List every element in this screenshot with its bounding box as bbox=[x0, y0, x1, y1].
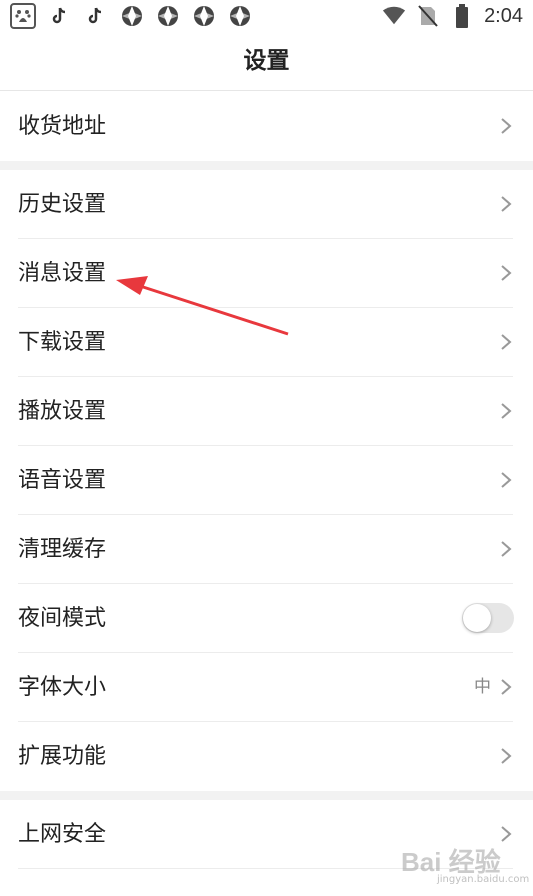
font-size-value: 中 bbox=[474, 677, 491, 697]
settings-item-label: 下载设置 bbox=[18, 330, 107, 355]
chevron-right-icon bbox=[501, 679, 512, 695]
chevron-right-icon bbox=[501, 118, 512, 134]
status-bar: 2:04 bbox=[0, 0, 533, 32]
settings-item-label: 收货地址 bbox=[18, 114, 107, 139]
settings-item-voice[interactable]: 语音设置 bbox=[0, 446, 533, 515]
settings-item-history[interactable]: 历史设置 bbox=[0, 170, 533, 239]
aperture-icon bbox=[156, 4, 180, 28]
settings-item-messages[interactable]: 消息设置 bbox=[0, 239, 533, 308]
settings-group-main: 历史设置 消息设置 下载设置 播放设置 语音设置 清理缓存 夜间模式 字体大小 … bbox=[0, 170, 533, 791]
chevron-right-icon bbox=[501, 265, 512, 281]
clock: 2:04 bbox=[484, 4, 523, 27]
section-separator bbox=[0, 161, 533, 170]
wifi-icon bbox=[382, 4, 406, 28]
settings-item-download[interactable]: 下载设置 bbox=[0, 308, 533, 377]
chevron-right-icon bbox=[501, 403, 512, 419]
chevron-right-icon bbox=[501, 196, 512, 212]
section-separator bbox=[0, 791, 533, 800]
settings-item-label: 清理缓存 bbox=[18, 537, 107, 562]
tiktok-icon bbox=[48, 4, 72, 28]
aperture-icon bbox=[228, 4, 252, 28]
settings-group-address: 收货地址 bbox=[0, 92, 533, 161]
settings-item-label: 上网安全 bbox=[18, 822, 107, 847]
settings-item-night-mode: 夜间模式 bbox=[0, 584, 533, 653]
settings-item-clear-cache[interactable]: 清理缓存 bbox=[0, 515, 533, 584]
settings-item-label: 消息设置 bbox=[18, 261, 107, 286]
watermark: Bai 经验 jingyan.baidu.com bbox=[401, 838, 529, 888]
settings-item-address[interactable]: 收货地址 bbox=[0, 92, 533, 161]
chevron-right-icon bbox=[501, 472, 512, 488]
toggle-knob bbox=[463, 604, 491, 632]
battery-icon bbox=[450, 4, 474, 28]
no-sim-icon bbox=[416, 4, 440, 28]
page-title: 设置 bbox=[243, 48, 290, 74]
night-mode-toggle[interactable] bbox=[462, 603, 514, 633]
settings-item-extensions[interactable]: 扩展功能 bbox=[0, 722, 533, 791]
chevron-right-icon bbox=[501, 541, 512, 557]
settings-item-font-size[interactable]: 字体大小 中 bbox=[0, 653, 533, 722]
settings-item-label: 播放设置 bbox=[18, 399, 107, 424]
chevron-right-icon bbox=[501, 334, 512, 350]
settings-item-label: 语音设置 bbox=[18, 468, 107, 493]
settings-item-label: 扩展功能 bbox=[18, 744, 107, 769]
settings-item-playback[interactable]: 播放设置 bbox=[0, 377, 533, 446]
aperture-icon bbox=[120, 4, 144, 28]
aperture-icon bbox=[192, 4, 216, 28]
status-bar-notifications bbox=[10, 3, 252, 29]
chevron-right-icon bbox=[501, 748, 512, 764]
baidu-app-icon bbox=[10, 3, 36, 29]
settings-item-label: 字体大小 bbox=[18, 675, 107, 700]
settings-item-label: 夜间模式 bbox=[18, 606, 107, 631]
title-bar: 设置 bbox=[0, 32, 533, 91]
status-bar-system: 2:04 bbox=[382, 0, 523, 32]
tiktok-icon bbox=[84, 4, 108, 28]
watermark-subtext: jingyan.baidu.com bbox=[437, 874, 530, 885]
settings-item-label: 历史设置 bbox=[18, 192, 107, 217]
